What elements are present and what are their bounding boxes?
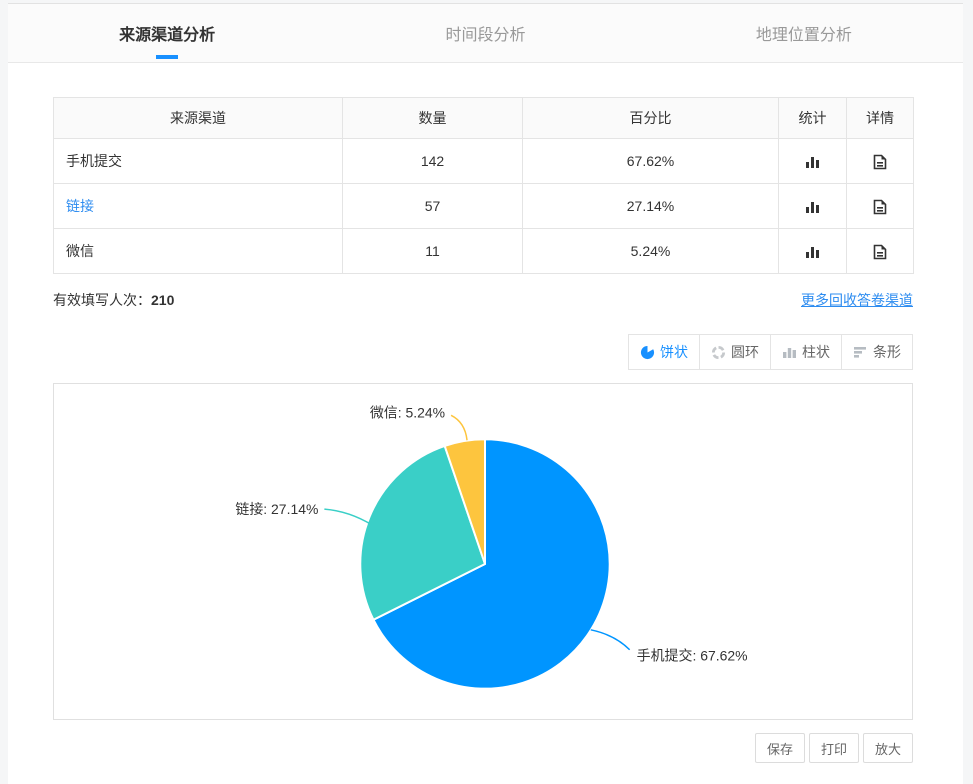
chart-type-bar-button[interactable]: 条形 — [841, 334, 913, 370]
stat-action[interactable] — [779, 229, 847, 274]
bar-chart-icon — [805, 153, 820, 169]
print-button[interactable]: 打印 — [809, 733, 859, 763]
tab-time-period[interactable]: 时间段分析 — [326, 4, 644, 62]
pie-leader-line-手机提交 — [591, 630, 630, 650]
cell-count: 57 — [343, 184, 523, 229]
tab-geo-location[interactable]: 地理位置分析 — [645, 4, 963, 62]
chart-type-donut-label: 圆环 — [731, 342, 759, 362]
tab-source-channel[interactable]: 来源渠道分析 — [8, 4, 326, 62]
chart-type-column-button[interactable]: 柱状 — [770, 334, 842, 370]
col-header-count: 数量 — [343, 98, 523, 139]
summary-row: 有效填写人次：210 更多回收答卷渠道 — [53, 290, 913, 310]
document-icon — [873, 197, 887, 213]
tab-time-period-label: 时间段分析 — [445, 21, 525, 45]
content-area: 来源渠道 数量 百分比 统计 详情 手机提交 142 67.62% — [8, 63, 963, 763]
table-row: 微信 11 5.24% — [54, 229, 914, 274]
cell-percent: 67.62% — [523, 139, 779, 184]
document-icon — [873, 152, 887, 168]
cell-channel-link[interactable]: 链接 — [54, 184, 343, 229]
chart-container: 手机提交: 67.62% 链接: 27.14% 微信: 5.24% — [53, 383, 913, 720]
pie-label-微信: 微信: 5.24% — [370, 404, 445, 420]
tab-geo-location-label: 地理位置分析 — [756, 21, 852, 45]
analysis-panel: 来源渠道分析 时间段分析 地理位置分析 来源渠道 数量 百分比 统计 — [8, 3, 963, 784]
col-header-channel: 来源渠道 — [54, 98, 343, 139]
cell-channel: 微信 — [54, 229, 343, 274]
chart-type-column-label: 柱状 — [802, 342, 830, 362]
detail-action[interactable] — [847, 184, 914, 229]
chart-type-donut-button[interactable]: 圆环 — [699, 334, 771, 370]
donut-icon — [711, 345, 726, 360]
stat-action[interactable] — [779, 184, 847, 229]
col-header-stat: 统计 — [779, 98, 847, 139]
chart-type-toolbar: 饼状 圆环 柱状 条形 — [53, 334, 913, 370]
document-icon — [873, 242, 887, 258]
active-tab-underline — [156, 55, 178, 59]
tab-bar: 来源渠道分析 时间段分析 地理位置分析 — [8, 4, 963, 63]
chart-type-pie-button[interactable]: 饼状 — [628, 334, 700, 370]
pie-chart: 手机提交: 67.62% 链接: 27.14% 微信: 5.24% — [54, 384, 912, 719]
detail-action[interactable] — [847, 229, 914, 274]
tab-source-channel-label: 来源渠道分析 — [119, 21, 215, 45]
chart-type-pie-label: 饼状 — [660, 342, 688, 362]
cell-channel: 手机提交 — [54, 139, 343, 184]
table-header-row: 来源渠道 数量 百分比 统计 详情 — [54, 98, 914, 139]
bar-chart-icon — [805, 243, 820, 259]
pie-icon — [640, 345, 655, 360]
pie-label-手机提交: 手机提交: 67.62% — [637, 648, 748, 664]
detail-action[interactable] — [847, 139, 914, 184]
col-header-percent: 百分比 — [523, 98, 779, 139]
channel-table: 来源渠道 数量 百分比 统计 详情 手机提交 142 67.62% — [53, 97, 914, 274]
table-row: 手机提交 142 67.62% — [54, 139, 914, 184]
column-chart-icon — [782, 345, 797, 359]
table-row: 链接 57 27.14% — [54, 184, 914, 229]
chart-type-bar-label: 条形 — [873, 342, 901, 362]
valid-responses-count: 210 — [151, 292, 174, 308]
more-channels-link[interactable]: 更多回收答卷渠道 — [801, 290, 913, 310]
zoom-button[interactable]: 放大 — [863, 733, 913, 763]
pie-leader-line-链接 — [324, 509, 372, 525]
bar-chart-icon — [805, 198, 820, 214]
cell-percent: 5.24% — [523, 229, 779, 274]
bar-chart-horizontal-icon — [853, 345, 868, 359]
valid-responses-label: 有效填写人次： — [53, 292, 151, 308]
chart-actions: 保存 打印 放大 — [53, 733, 913, 763]
pie-leader-line-微信 — [451, 415, 467, 440]
save-button[interactable]: 保存 — [755, 733, 805, 763]
pie-label-链接: 链接: 27.14% — [235, 501, 318, 517]
cell-percent: 27.14% — [523, 184, 779, 229]
valid-responses-summary: 有效填写人次：210 — [53, 290, 174, 310]
col-header-detail: 详情 — [847, 98, 914, 139]
cell-count: 11 — [343, 229, 523, 274]
cell-count: 142 — [343, 139, 523, 184]
stat-action[interactable] — [779, 139, 847, 184]
